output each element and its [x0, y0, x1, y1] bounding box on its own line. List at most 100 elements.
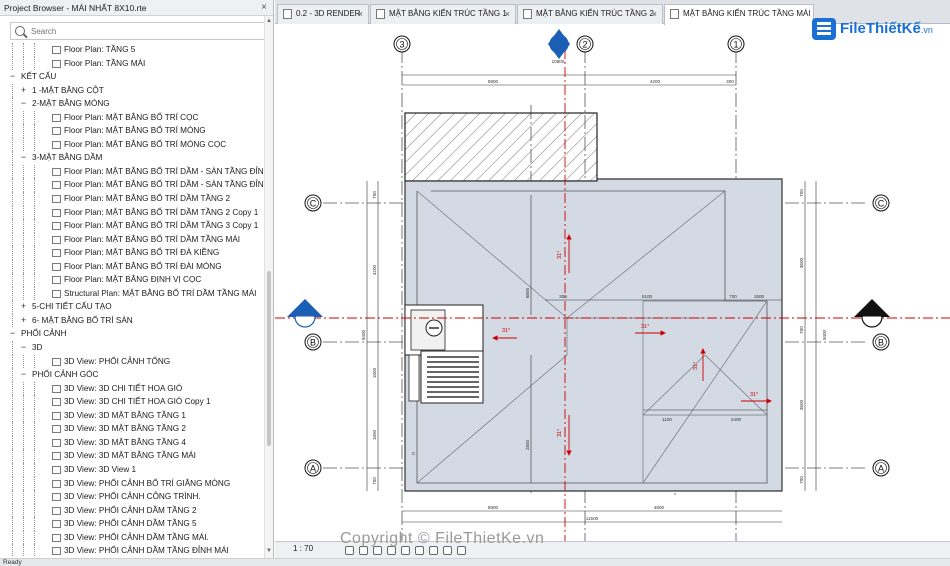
collapse-icon[interactable]: − — [19, 97, 28, 111]
tree-item[interactable]: − KẾT CẤU — [0, 70, 264, 84]
collapse-icon[interactable]: − — [19, 151, 28, 165]
tree-item[interactable]: Floor Plan: MẶT BẰNG ĐỊNH VỊ CỌC — [0, 273, 264, 287]
tree-guide-line — [12, 83, 13, 98]
collapse-icon[interactable]: − — [19, 341, 28, 355]
tree-item[interactable]: Floor Plan: MẶT BẰNG BỐ TRÍ MÓNG — [0, 124, 264, 138]
tree-item-label: PHỐI CẢNH GÓC — [32, 370, 99, 380]
dimension-text: 1800 — [372, 367, 377, 378]
expand-icon[interactable]: + — [19, 314, 28, 328]
tree-item[interactable]: 3D View: 3D MẶT BẰNG TẦNG MÁI — [0, 449, 264, 463]
tree-item[interactable]: 3D View: PHỐI CẢNH DẦM TẦNG MÁI. — [0, 530, 264, 545]
grid-bubble-1[interactable]: 1 — [727, 35, 745, 53]
tree-item[interactable]: Structural Plan: MẶT BẰNG BỐ TRÍ DẦM TẦN… — [0, 286, 264, 301]
view-icon — [670, 9, 679, 19]
tree-item[interactable]: Floor Plan: MẶT BẰNG BỐ TRÍ ĐÀ KIỀNG — [0, 246, 264, 260]
tree-item[interactable]: +5-CHI TIẾT CẤU TẠO — [0, 300, 264, 314]
search-box[interactable] — [10, 22, 268, 40]
search-input[interactable] — [31, 25, 261, 38]
tree-guide-line — [12, 178, 13, 193]
grid-label: C — [310, 199, 317, 209]
tree-item[interactable]: Floor Plan: MẶT BẰNG BỐ TRÍ CỌC — [0, 110, 264, 125]
expand-icon[interactable]: + — [19, 300, 28, 314]
dimension-text: 700 — [799, 476, 804, 484]
roof-terrace-hatch[interactable] — [404, 112, 598, 182]
drawing-canvas[interactable]: 31° 31° 31° 31° 31° 31° 10800 5900 4200 … — [275, 25, 950, 541]
elevation-marker-left[interactable] — [287, 299, 323, 328]
tree-item[interactable]: − PHỐI CẢNH — [0, 327, 264, 341]
tree-item[interactable]: 3D View: PHỐI CẢNH DẦM TẦNG 2 — [0, 503, 264, 518]
tree-guide-line — [12, 164, 13, 179]
grid-bubble-a-left[interactable]: A — [304, 459, 322, 477]
tree-item[interactable]: Floor Plan: MẶT BẰNG BỐ TRÍ DẦM - SÀN TẦ… — [0, 164, 264, 179]
scroll-down-icon[interactable]: ▼ — [266, 548, 272, 554]
dimension-text: 1500 — [754, 294, 765, 299]
tree-guide-line — [12, 232, 13, 247]
tree-item[interactable]: −2-MẶT BẰNG MÓNG — [0, 97, 264, 111]
close-icon[interactable]: × — [652, 5, 657, 23]
tree-item[interactable]: 3D View: PHỐI CẢNH CÔNG TRÌNH. — [0, 490, 264, 504]
tree-item[interactable]: Floor Plan: MẶT BẰNG BỐ TRÍ DẦM TẦNG MÁI — [0, 232, 264, 247]
dimension-text: 4800 — [654, 505, 665, 510]
tree-item[interactable]: −3D — [0, 341, 264, 355]
tree-item[interactable]: Floor Plan: MẶT BẰNG BỐ TRÍ DẦM - SÀN TẦ… — [0, 178, 264, 193]
tree-item[interactable]: Floor Plan: MẶT BẰNG BỐ TRÍ DẦM TẦNG 2 — [0, 192, 264, 206]
collapse-icon[interactable]: − — [19, 368, 28, 382]
tree-guide-line — [23, 232, 24, 247]
collapse-icon[interactable]: − — [8, 70, 17, 84]
tree-item[interactable]: Floor Plan: MẶT BẰNG BỐ TRÍ DẦM TẦNG 3 C… — [0, 219, 264, 233]
grid-bubble-a-right[interactable]: A — [872, 459, 890, 477]
tree-item[interactable]: Floor Plan: MẶT BẰNG BỐ TRÍ DẦM TẦNG 2 C… — [0, 205, 264, 220]
tree-item[interactable]: Floor Plan: TẦNG 5 — [0, 43, 264, 57]
tree-item[interactable]: −3-MẶT BẰNG DẦM — [0, 151, 264, 165]
grid-bubble-3[interactable]: 3 — [393, 35, 411, 53]
tree-item[interactable]: Floor Plan: TẦNG MÁI — [0, 56, 264, 71]
project-browser: Project Browser - MÁI NHẤT 8X10.rte × Fl… — [0, 0, 274, 558]
tree-item[interactable]: 3D View: PHỐI CẢNH BỐ TRÍ GIẰNG MÓNG — [0, 476, 264, 491]
tree-item[interactable]: 3D View: 3D CHI TIẾT HOA GIÓ — [0, 381, 264, 396]
tab-3d-render[interactable]: 0.2 - 3D RENDER × — [277, 4, 369, 24]
tree-item[interactable]: − PHỐI CẢNH GÓC — [0, 368, 264, 382]
roof-plan-drawing[interactable]: 31° 31° 31° 31° 31° 31° 10800 5900 4200 … — [275, 25, 950, 541]
expand-icon[interactable]: + — [19, 84, 28, 98]
tree-item[interactable]: 3D View: PHỐI CẢNH TỔNG — [0, 354, 264, 369]
tree-item[interactable]: 3D View: 3D MẶT BẰNG TẦNG 2 — [0, 422, 264, 436]
tree-item[interactable]: +6- MẶT BẰNG BỐ TRÍ SÀN — [0, 313, 264, 328]
tree-scrollbar[interactable]: ▲ ▼ — [264, 16, 273, 558]
tree-item[interactable]: 3D View: 3D MẶT BẰNG TẦNG 1 — [0, 408, 264, 423]
project-browser-title: Project Browser - MÁI NHẤT 8X10.rte — [4, 3, 147, 13]
scrollbar-thumb[interactable] — [267, 271, 271, 446]
tree-guide-line — [23, 449, 24, 463]
tree-item[interactable]: Floor Plan: MẶT BẰNG BỐ TRÍ ĐÀI MÓNG — [0, 259, 264, 274]
close-icon[interactable]: × — [505, 5, 510, 23]
tab-mat-bang-tang-1[interactable]: MẶT BẰNG KIẾN TRÚC TẦNG 1 × — [370, 4, 516, 24]
section-marker-top[interactable] — [548, 29, 570, 59]
tab-mat-bang-tang-2[interactable]: MẶT BẰNG KIẾN TRÚC TẦNG 2 × — [517, 4, 663, 24]
tree-item[interactable]: 3D View: 3D CHI TIẾT HOA GIÓ Copy 1 — [0, 395, 264, 409]
tree-item[interactable]: 3D View: 3D View 1 — [0, 462, 264, 477]
grid-bubble-c-right[interactable]: C — [872, 194, 890, 212]
grid-bubble-b-left[interactable]: B — [304, 333, 322, 351]
tree-guide-line — [34, 435, 35, 450]
elevation-marker-right[interactable] — [854, 299, 890, 328]
grid-bubble-b-right[interactable]: B — [872, 333, 890, 351]
tree-guide-line — [12, 205, 13, 220]
collapse-icon[interactable]: − — [8, 327, 17, 341]
tab-mat-bang-tang-mai[interactable]: MẶT BẰNG KIẾN TRÚC TẦNG MÁI — [664, 4, 814, 25]
tree-item[interactable]: +1 -MẶT BẰNG CỘT — [0, 83, 264, 98]
solar-water-heater[interactable] — [404, 304, 484, 404]
tree-item-label: 6- MẶT BẰNG BỐ TRÍ SÀN — [32, 315, 133, 325]
view-scale[interactable]: 1 : 70 — [293, 544, 313, 553]
close-icon[interactable]: × — [358, 5, 363, 23]
dimension-text: 4200 — [372, 264, 377, 275]
view-icon — [52, 140, 61, 149]
scroll-up-icon[interactable]: ▲ — [266, 18, 272, 24]
tree-item[interactable]: 3D View: PHỐI CẢNH DẦM TẦNG ĐỈNH MÁI — [0, 544, 264, 557]
dimension-text: 300 — [726, 79, 734, 84]
tree-item[interactable]: 3D View: PHỐI CẢNH DẦM TẦNG 5 — [0, 517, 264, 531]
tree-item[interactable]: Floor Plan: MẶT BẰNG BỐ TRÍ MÓNG CỌC — [0, 137, 264, 152]
tree-item[interactable]: 3D View: 3D MẶT BẰNG TẦNG 4 — [0, 435, 264, 450]
tab-label: MẶT BẰNG KIẾN TRÚC TẦNG 2 — [536, 9, 654, 18]
close-icon[interactable]: × — [261, 0, 267, 16]
grid-bubble-2[interactable]: 2 — [576, 35, 594, 53]
grid-bubble-c-left[interactable]: C — [304, 194, 322, 212]
